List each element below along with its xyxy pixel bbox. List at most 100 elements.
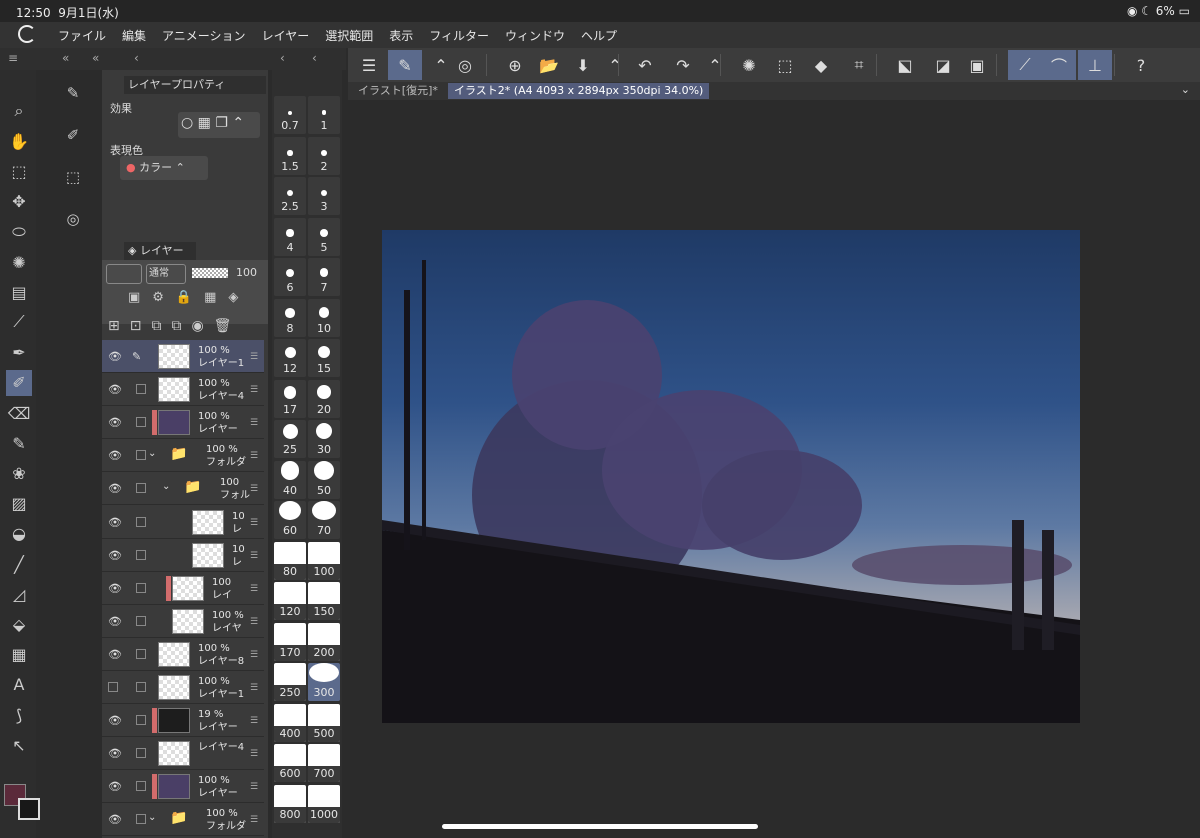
layer-row[interactable]: 👁 100 レイ ☰ (102, 571, 264, 605)
menu-item[interactable]: フィルター (429, 27, 489, 44)
hand-icon[interactable]: ✋ (6, 128, 32, 154)
navigator-icon[interactable]: ◎ (60, 206, 86, 232)
chevron-icon[interactable]: « (62, 51, 69, 65)
layer-checkbox[interactable] (136, 384, 146, 395)
app-logo-icon[interactable] (18, 25, 36, 43)
eye-icon[interactable]: 👁 (108, 648, 122, 661)
blend-icon[interactable]: ◒ (6, 521, 32, 547)
brush-size-170[interactable]: 170 (274, 622, 306, 661)
snap-icon[interactable]: ⌒ (1042, 50, 1076, 80)
grid-snap-icon[interactable]: ⊥ (1078, 50, 1112, 80)
menu-item[interactable]: 選択範囲 (325, 27, 373, 44)
brush-size-60[interactable]: 60 (274, 501, 306, 539)
ruler-icon[interactable]: ▦ (6, 642, 32, 668)
layer-lock-icons[interactable]: ▣⚙🔒▦◈ (128, 290, 250, 305)
chevron-down-icon[interactable]: ⌄ (148, 448, 156, 459)
brush-size-2[interactable]: 2 (308, 136, 340, 175)
opacity-slider[interactable] (192, 268, 228, 278)
menu-icon[interactable]: ☰ (250, 418, 258, 428)
redo-icon[interactable]: ↷ (666, 50, 700, 80)
menu-icon[interactable]: ☰ (250, 815, 258, 825)
menu-item[interactable]: レイヤー (262, 27, 310, 44)
layer-checkbox[interactable] (136, 615, 146, 626)
layer-checkbox[interactable] (136, 450, 146, 461)
chevron-icon[interactable]: ‹ (134, 51, 139, 65)
brush-size-3[interactable]: 3 (308, 177, 340, 215)
bucket-icon[interactable]: ⬙ (6, 611, 32, 637)
menu-item[interactable]: 編集 (122, 27, 146, 44)
invert-icon[interactable]: ◪ (926, 50, 960, 80)
layer-row[interactable]: 100 % レイヤー1 ☰ (102, 671, 264, 704)
edit-mode-icon[interactable]: ✎ (388, 50, 422, 80)
menu-icon[interactable]: ☰ (250, 551, 258, 561)
menu-icon[interactable]: ☰ (250, 749, 258, 759)
brush-size-600[interactable]: 600 (274, 744, 306, 782)
layer-checkbox[interactable] (136, 516, 146, 527)
frame-icon[interactable]: ◿ (6, 581, 32, 607)
brush-size-300[interactable]: 300 (308, 663, 340, 701)
blend-mode-select[interactable]: 通常 (146, 264, 186, 284)
layer-checkbox[interactable] (136, 781, 146, 792)
eye-icon[interactable]: 👁 (108, 383, 122, 396)
fill-icon[interactable]: ▤ (6, 279, 32, 305)
collapse-icon[interactable]: ≡ (8, 51, 18, 65)
layer-row[interactable]: 👁 100 % レイヤー ☰ (102, 770, 264, 804)
eyedropper-icon[interactable]: ⟋ (6, 309, 32, 335)
brush-icon[interactable]: ✐ (6, 369, 32, 396)
menu-icon[interactable]: ☰ (250, 518, 258, 528)
brush-size-120[interactable]: 120 (274, 582, 306, 620)
sub-color-swatch[interactable] (18, 798, 40, 820)
transform-icon[interactable]: ⌗ (842, 50, 876, 80)
menu-item[interactable]: 表示 (389, 27, 413, 44)
menu-icon[interactable]: ☰ (352, 50, 386, 80)
layer-row[interactable]: 👁 100 % レイヤー8 ☰ (102, 637, 264, 671)
eye-icon[interactable]: 👁 (108, 516, 122, 529)
move-icon[interactable]: ✥ (6, 189, 32, 215)
effect-buttons[interactable]: ○ ▦ ❐ ⌃ (178, 112, 260, 138)
layer-row[interactable]: 👁 10 レ ☰ (102, 505, 264, 539)
menu-icon[interactable]: ☰ (250, 484, 258, 494)
eye-icon[interactable]: 👁 (108, 582, 122, 595)
pencil-icon[interactable]: ✎ (6, 430, 32, 456)
expression-select[interactable]: ● カラー ⌃ (120, 156, 208, 180)
save-icon[interactable]: ⬇ (566, 50, 600, 80)
layer-row[interactable]: 👁 100 % レイヤー ☰ (102, 406, 264, 440)
layer-action-icons[interactable]: ⊞⊡⧉⧉◉🗑 (108, 318, 241, 334)
brush-size-800[interactable]: 800 (274, 784, 306, 823)
layer-icon[interactable]: ◎ (448, 50, 482, 80)
menu-icon[interactable]: ☰ (250, 617, 258, 627)
pen-icon[interactable]: ✒ (6, 340, 32, 366)
brush-size-100[interactable]: 100 (308, 541, 340, 580)
chevron-down-icon[interactable]: ⌄ (1181, 83, 1190, 96)
eraser-icon[interactable]: ⌫ (6, 400, 32, 426)
menu-item[interactable]: ウィンドウ (505, 27, 565, 44)
tab-illustration-restored[interactable]: イラスト[復元]* (352, 83, 444, 99)
layer-row[interactable]: 👁 10 レ ☰ (102, 538, 264, 572)
brush-size-50[interactable]: 50 (308, 460, 340, 499)
auto-select-icon[interactable]: ✺ (6, 249, 32, 275)
brush-size-12[interactable]: 12 (274, 339, 306, 377)
select-all-icon[interactable]: ⬚ (768, 50, 802, 80)
zoom-icon[interactable]: ⌕ (6, 98, 32, 124)
menu-icon[interactable]: ☰ (250, 782, 258, 792)
brush-size-4[interactable]: 4 (274, 217, 306, 256)
brush-size-20[interactable]: 20 (308, 379, 340, 418)
brush-size-25[interactable]: 25 (274, 420, 306, 458)
snap-ruler-icon[interactable]: ⟋ (1008, 50, 1042, 80)
fill-selection-icon[interactable]: ◆ (804, 50, 838, 80)
selection-icon[interactable]: ⬭ (6, 219, 32, 245)
3d-object-icon[interactable]: ⬚ (60, 164, 86, 190)
brush-size-2-5[interactable]: 2.5 (274, 177, 306, 215)
undo-icon[interactable]: ↶ (628, 50, 662, 80)
layer-color-select[interactable] (106, 264, 142, 284)
brush-size-7[interactable]: 7 (308, 258, 340, 296)
menu-item[interactable]: ファイル (58, 27, 106, 44)
loading-icon[interactable]: ✺ (732, 50, 766, 80)
brush-size-80[interactable]: 80 (274, 541, 306, 580)
text-icon[interactable]: A (6, 672, 32, 698)
brush-size-40[interactable]: 40 (274, 460, 306, 499)
brush-size-8[interactable]: 8 (274, 298, 306, 337)
eye-icon[interactable]: 👁 (108, 780, 122, 793)
brush-size-250[interactable]: 250 (274, 663, 306, 701)
eye-icon[interactable]: 👁 (108, 549, 122, 562)
